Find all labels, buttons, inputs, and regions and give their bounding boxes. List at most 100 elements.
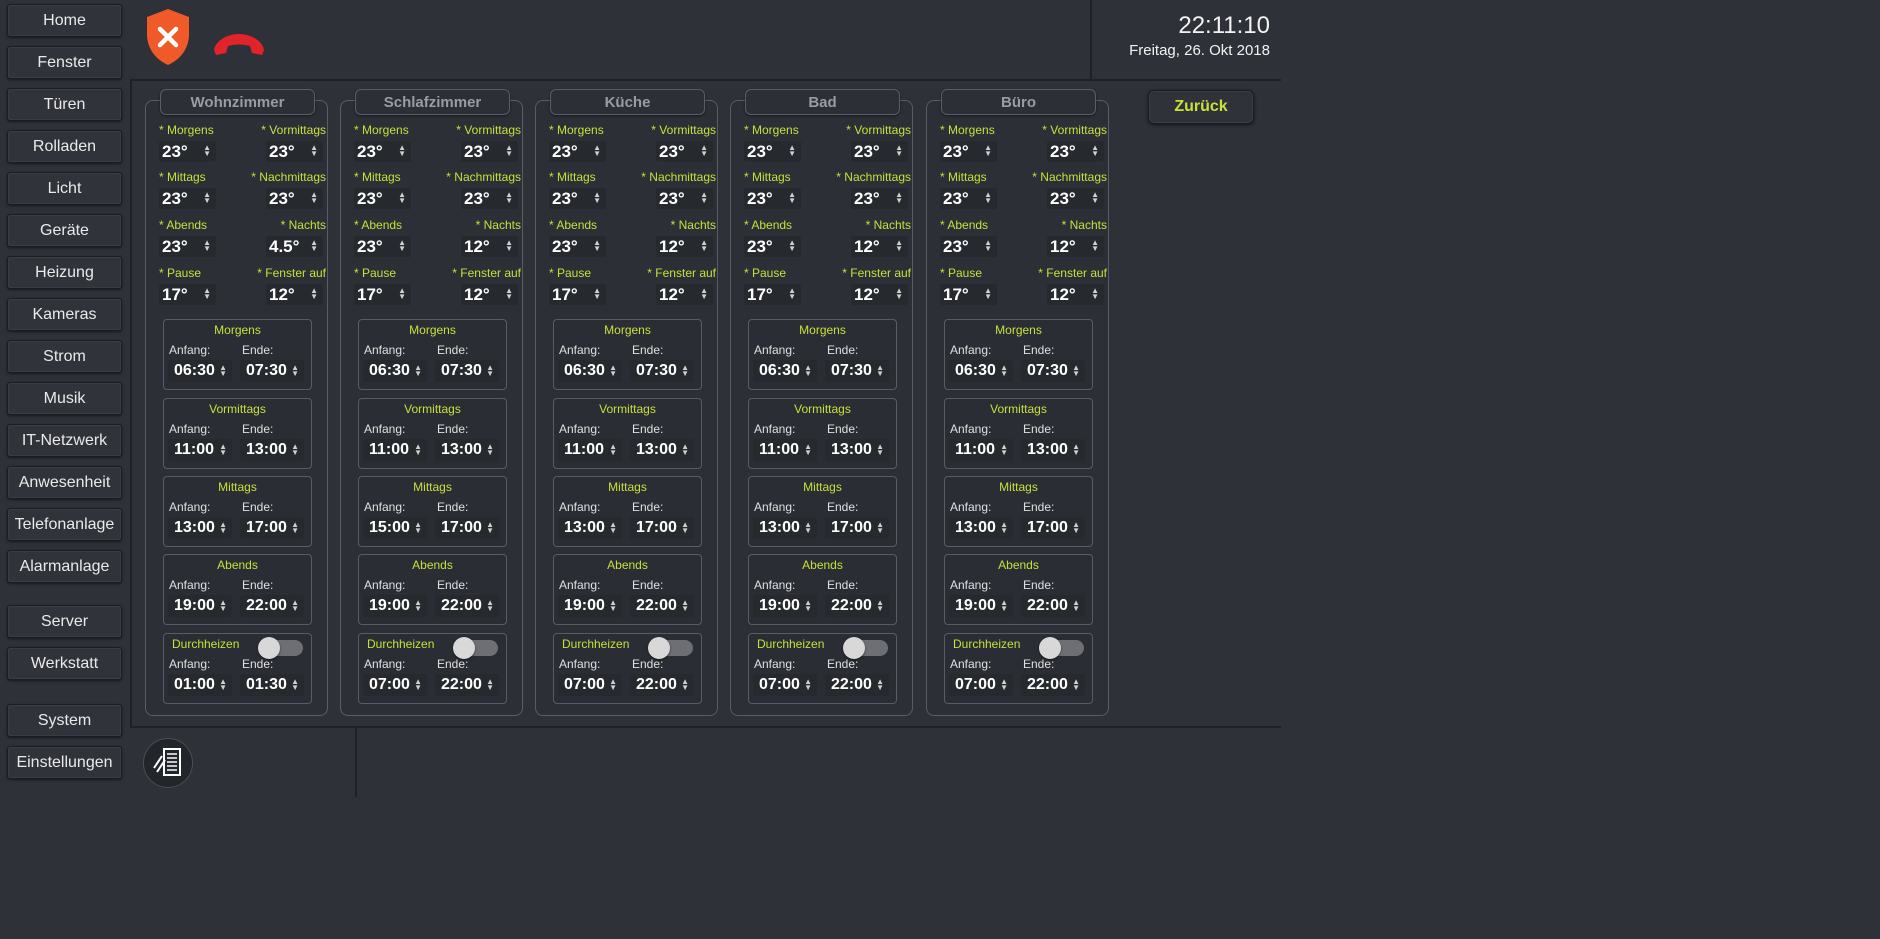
schedule-end-time[interactable]: 07:30 ▲ ▼ — [825, 360, 889, 382]
schedule-end-time[interactable]: 13:00 ▲ ▼ — [630, 439, 694, 461]
temp-spinner[interactable]: 17° ▲ ▼ — [159, 284, 216, 305]
nav-anwesenheit[interactable]: Anwesenheit — [7, 466, 122, 499]
schedule-end-time[interactable]: 22:00 ▲ ▼ — [630, 674, 694, 696]
schedule-end-time[interactable]: 07:30 ▲ ▼ — [240, 360, 304, 382]
temp-spinner[interactable]: 4.5° ▲ ▼ — [266, 236, 323, 257]
schedule-start-time[interactable]: 06:30 ▲ ▼ — [363, 360, 427, 382]
schedule-end-time[interactable]: 07:30 ▲ ▼ — [1021, 360, 1085, 382]
temp-spinner[interactable]: 12° ▲ ▼ — [656, 236, 713, 257]
durchheizen-toggle[interactable] — [648, 637, 693, 659]
schedule-start-time[interactable]: 15:00 ▲ ▼ — [363, 517, 427, 539]
temp-spinner[interactable]: 23° ▲ ▼ — [851, 188, 908, 209]
schedule-start-time[interactable]: 07:00 ▲ ▼ — [363, 674, 427, 696]
nav-system[interactable]: System — [7, 704, 122, 737]
nav-telefonanlage[interactable]: Telefonanlage — [7, 508, 122, 541]
temp-spinner[interactable]: 23° ▲ ▼ — [159, 141, 216, 162]
schedule-start-time[interactable]: 01:00 ▲ ▼ — [168, 674, 232, 696]
temp-spinner[interactable]: 23° ▲ ▼ — [266, 188, 323, 209]
temp-spinner[interactable]: 12° ▲ ▼ — [1047, 284, 1104, 305]
schedule-start-time[interactable]: 07:00 ▲ ▼ — [558, 674, 622, 696]
schedule-start-time[interactable]: 19:00 ▲ ▼ — [363, 595, 427, 617]
schedule-start-time[interactable]: 06:30 ▲ ▼ — [753, 360, 817, 382]
schedule-end-time[interactable]: 22:00 ▲ ▼ — [435, 595, 499, 617]
schedule-start-time[interactable]: 19:00 ▲ ▼ — [168, 595, 232, 617]
alarm-disarmed-shield-icon[interactable] — [145, 8, 191, 66]
schedule-end-time[interactable]: 13:00 ▲ ▼ — [825, 439, 889, 461]
schedule-end-time[interactable]: 07:30 ▲ ▼ — [435, 360, 499, 382]
schedule-start-time[interactable]: 13:00 ▲ ▼ — [949, 517, 1013, 539]
nav-server[interactable]: Server — [7, 605, 122, 638]
nav-it-netzwerk[interactable]: IT-Netzwerk — [7, 424, 122, 457]
schedule-end-time[interactable]: 17:00 ▲ ▼ — [825, 517, 889, 539]
temp-spinner[interactable]: 23° ▲ ▼ — [549, 188, 606, 209]
temp-spinner[interactable]: 12° ▲ ▼ — [851, 236, 908, 257]
schedule-start-time[interactable]: 11:00 ▲ ▼ — [363, 439, 427, 461]
nav-rolladen[interactable]: Rolladen — [7, 130, 122, 163]
temp-spinner[interactable]: 23° ▲ ▼ — [656, 188, 713, 209]
nav-einstellungen[interactable]: Einstellungen — [7, 746, 122, 779]
temp-spinner[interactable]: 17° ▲ ▼ — [354, 284, 411, 305]
heating-settings-icon[interactable] — [143, 738, 193, 788]
nav-musik[interactable]: Musik — [7, 382, 122, 415]
temp-spinner[interactable]: 23° ▲ ▼ — [266, 141, 323, 162]
schedule-start-time[interactable]: 19:00 ▲ ▼ — [753, 595, 817, 617]
schedule-end-time[interactable]: 22:00 ▲ ▼ — [1021, 674, 1085, 696]
nav-fenster[interactable]: Fenster — [7, 46, 122, 79]
schedule-end-time[interactable]: 22:00 ▲ ▼ — [825, 595, 889, 617]
temp-spinner[interactable]: 23° ▲ ▼ — [744, 141, 801, 162]
temp-spinner[interactable]: 23° ▲ ▼ — [461, 141, 518, 162]
temp-spinner[interactable]: 17° ▲ ▼ — [744, 284, 801, 305]
temp-spinner[interactable]: 23° ▲ ▼ — [940, 141, 997, 162]
temp-spinner[interactable]: 23° ▲ ▼ — [159, 188, 216, 209]
durchheizen-toggle[interactable] — [258, 637, 303, 659]
temp-spinner[interactable]: 23° ▲ ▼ — [940, 236, 997, 257]
schedule-start-time[interactable]: 06:30 ▲ ▼ — [168, 360, 232, 382]
temp-spinner[interactable]: 12° ▲ ▼ — [461, 236, 518, 257]
schedule-start-time[interactable]: 11:00 ▲ ▼ — [168, 439, 232, 461]
phone-hangup-icon[interactable] — [210, 28, 268, 62]
nav-heizung[interactable]: Heizung — [7, 256, 122, 289]
schedule-end-time[interactable]: 22:00 ▲ ▼ — [435, 674, 499, 696]
schedule-end-time[interactable]: 07:30 ▲ ▼ — [630, 360, 694, 382]
temp-spinner[interactable]: 23° ▲ ▼ — [744, 188, 801, 209]
nav-tueren[interactable]: Türen — [7, 88, 122, 121]
schedule-end-time[interactable]: 17:00 ▲ ▼ — [240, 517, 304, 539]
temp-spinner[interactable]: 17° ▲ ▼ — [940, 284, 997, 305]
temp-spinner[interactable]: 12° ▲ ▼ — [461, 284, 518, 305]
schedule-end-time[interactable]: 22:00 ▲ ▼ — [240, 595, 304, 617]
schedule-end-time[interactable]: 22:00 ▲ ▼ — [1021, 595, 1085, 617]
schedule-end-time[interactable]: 13:00 ▲ ▼ — [240, 439, 304, 461]
schedule-end-time[interactable]: 22:00 ▲ ▼ — [630, 595, 694, 617]
nav-strom[interactable]: Strom — [7, 340, 122, 373]
temp-spinner[interactable]: 23° ▲ ▼ — [354, 188, 411, 209]
schedule-start-time[interactable]: 19:00 ▲ ▼ — [949, 595, 1013, 617]
nav-home[interactable]: Home — [7, 4, 122, 37]
schedule-start-time[interactable]: 06:30 ▲ ▼ — [558, 360, 622, 382]
schedule-end-time[interactable]: 13:00 ▲ ▼ — [435, 439, 499, 461]
temp-spinner[interactable]: 12° ▲ ▼ — [266, 284, 323, 305]
temp-spinner[interactable]: 23° ▲ ▼ — [461, 188, 518, 209]
temp-spinner[interactable]: 23° ▲ ▼ — [549, 141, 606, 162]
schedule-start-time[interactable]: 11:00 ▲ ▼ — [949, 439, 1013, 461]
temp-spinner[interactable]: 23° ▲ ▼ — [940, 188, 997, 209]
temp-spinner[interactable]: 23° ▲ ▼ — [1047, 141, 1104, 162]
schedule-start-time[interactable]: 19:00 ▲ ▼ — [558, 595, 622, 617]
durchheizen-toggle[interactable] — [1039, 637, 1084, 659]
schedule-start-time[interactable]: 11:00 ▲ ▼ — [753, 439, 817, 461]
temp-spinner[interactable]: 12° ▲ ▼ — [656, 284, 713, 305]
schedule-start-time[interactable]: 13:00 ▲ ▼ — [753, 517, 817, 539]
nav-geraete[interactable]: Geräte — [7, 214, 122, 247]
temp-spinner[interactable]: 17° ▲ ▼ — [549, 284, 606, 305]
temp-spinner[interactable]: 12° ▲ ▼ — [1047, 236, 1104, 257]
schedule-start-time[interactable]: 13:00 ▲ ▼ — [168, 517, 232, 539]
nav-kameras[interactable]: Kameras — [7, 298, 122, 331]
schedule-end-time[interactable]: 13:00 ▲ ▼ — [1021, 439, 1085, 461]
durchheizen-toggle[interactable] — [843, 637, 888, 659]
temp-spinner[interactable]: 23° ▲ ▼ — [656, 141, 713, 162]
schedule-start-time[interactable]: 13:00 ▲ ▼ — [558, 517, 622, 539]
temp-spinner[interactable]: 23° ▲ ▼ — [549, 236, 606, 257]
schedule-start-time[interactable]: 07:00 ▲ ▼ — [949, 674, 1013, 696]
durchheizen-toggle[interactable] — [453, 637, 498, 659]
temp-spinner[interactable]: 23° ▲ ▼ — [354, 236, 411, 257]
schedule-start-time[interactable]: 11:00 ▲ ▼ — [558, 439, 622, 461]
